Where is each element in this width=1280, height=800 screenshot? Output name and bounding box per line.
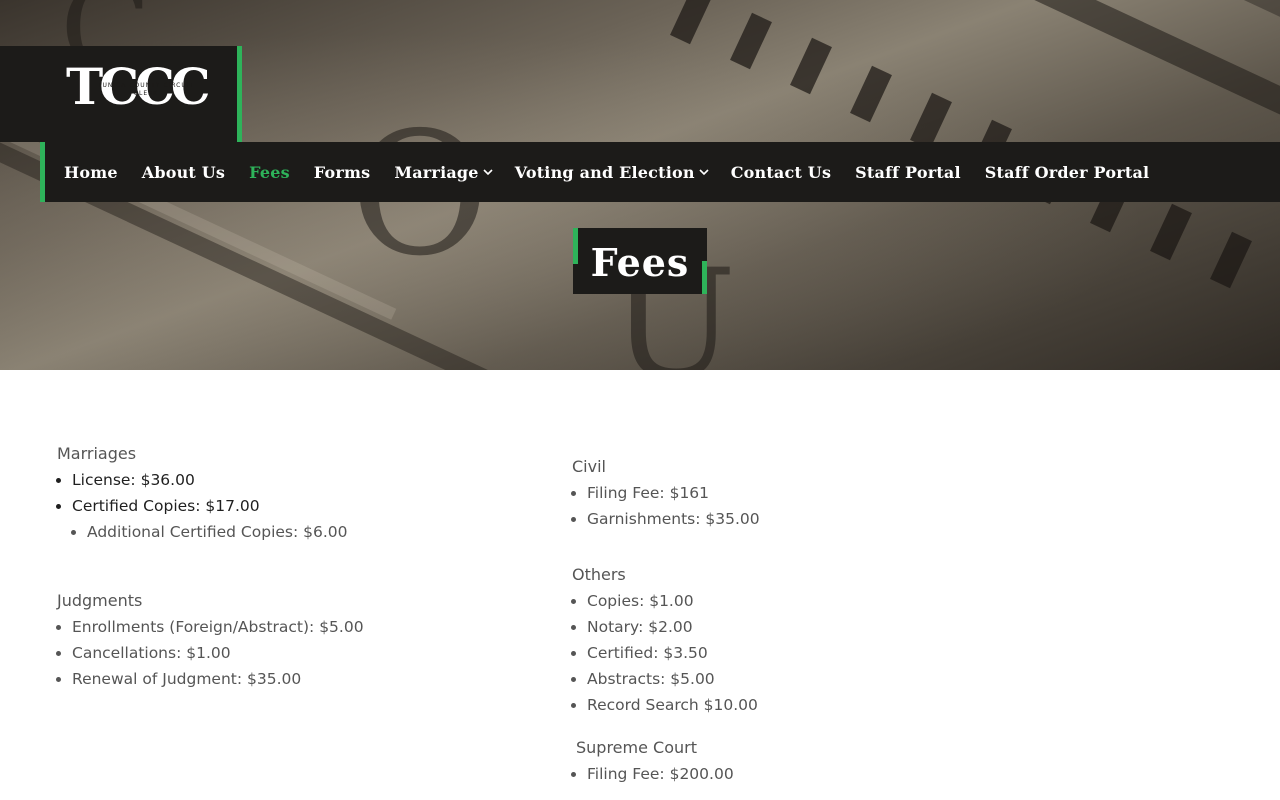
list-item: Abstracts: $5.00	[587, 666, 758, 692]
nav-item-fees[interactable]: Fees	[249, 163, 290, 182]
fee-list: Filing Fee: $200.00	[572, 761, 734, 787]
section-heading: Marriages	[57, 444, 137, 463]
chevron-down-icon	[483, 169, 493, 176]
chevron-down-icon	[699, 169, 709, 176]
fee-sublist: Additional Certified Copies: $6.00	[72, 519, 348, 545]
hero-dentil	[790, 37, 832, 95]
hero-dentil	[730, 12, 772, 70]
page-title-box: Fees	[573, 228, 707, 294]
list-item: Garnishments: $35.00	[587, 506, 760, 532]
list-item: License: $36.00	[72, 467, 348, 493]
list-item: Certified Copies: $17.00	[72, 493, 348, 519]
nav-item-voting-label: Voting and Election	[514, 162, 695, 182]
site-logo-subtitle: TUNICA COUNTY CIRCUIT CLERK	[97, 82, 195, 97]
list-item: Copies: $1.00	[587, 588, 758, 614]
list-item: Filing Fee: $200.00	[587, 761, 734, 787]
section-supreme-court: Supreme Court Filing Fee: $200.00	[576, 735, 734, 787]
list-item: Filing Fee: $161	[587, 480, 760, 506]
section-heading: Supreme Court	[576, 738, 697, 757]
section-civil: Civil Filing Fee: $161 Garnishments: $35…	[572, 454, 760, 532]
list-item: Certified: $3.50	[587, 640, 758, 666]
section-heading: Others	[572, 565, 626, 584]
nav-item-forms[interactable]: Forms	[314, 163, 371, 182]
nav-item-staff-order-portal[interactable]: Staff Order Portal	[985, 163, 1150, 182]
list-item: Additional Certified Copies: $6.00	[87, 519, 348, 545]
fee-list: Filing Fee: $161 Garnishments: $35.00	[572, 480, 760, 532]
nav-item-about-us[interactable]: About Us	[142, 163, 225, 182]
nav-item-marriage[interactable]: Marriage	[394, 163, 493, 182]
main-navigation: Home About Us Fees Forms Marriage Voting…	[40, 142, 1280, 202]
hero-dentil	[1210, 231, 1252, 289]
list-item: Enrollments (Foreign/Abstract): $5.00	[72, 614, 364, 640]
fee-list: License: $36.00 Certified Copies: $17.00…	[57, 467, 348, 545]
list-item: Renewal of Judgment: $35.00	[72, 666, 364, 692]
nav-item-voting-and-election[interactable]: Voting and Election	[515, 163, 710, 182]
hero-dentil	[670, 0, 712, 45]
section-others: Others Copies: $1.00 Notary: $2.00 Certi…	[572, 562, 758, 718]
section-heading: Civil	[572, 457, 606, 476]
hero-dentil	[850, 65, 892, 123]
nav-item-staff-portal[interactable]: Staff Portal	[855, 163, 961, 182]
list-item: Cancellations: $1.00	[72, 640, 364, 666]
nav-item-marriage-label: Marriage	[394, 162, 479, 182]
nav-item-contact-us[interactable]: Contact Us	[731, 163, 831, 182]
fee-list: Enrollments (Foreign/Abstract): $5.00 Ca…	[57, 614, 364, 692]
section-judgments: Judgments Enrollments (Foreign/Abstract)…	[57, 588, 364, 692]
page-title: Fees	[590, 240, 690, 285]
list-item: Notary: $2.00	[587, 614, 758, 640]
hero-dentil	[910, 92, 952, 150]
section-heading: Judgments	[57, 591, 143, 610]
section-marriages: Marriages License: $36.00 Certified Copi…	[57, 441, 348, 545]
nav-item-home[interactable]: Home	[64, 163, 118, 182]
fee-list: Copies: $1.00 Notary: $2.00 Certified: $…	[572, 588, 758, 718]
hero-dentil	[1150, 203, 1192, 261]
list-item: Record Search $10.00	[587, 692, 758, 718]
